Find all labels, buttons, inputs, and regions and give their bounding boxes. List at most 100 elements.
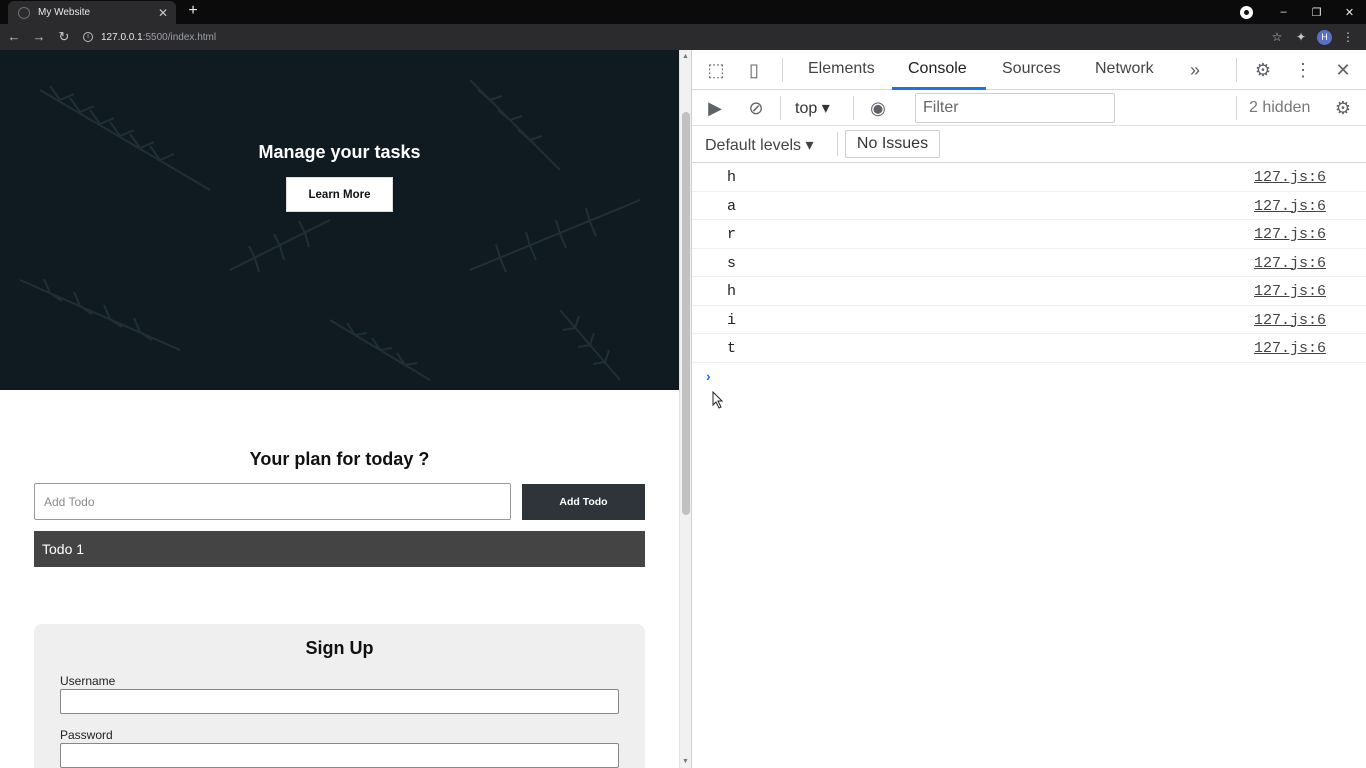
source-link[interactable]: 127.js:6 <box>1254 198 1326 215</box>
issues-button[interactable]: No Issues <box>845 130 940 158</box>
console-message: r 127.js:6 <box>692 220 1366 249</box>
info-icon[interactable]: i <box>83 32 93 42</box>
browser-toolbar: ← → ↻ i 127.0.0.1:5500/index.html ☆ ✦ H … <box>0 24 1366 50</box>
tab-network[interactable]: Network <box>1095 60 1154 78</box>
console-settings-gear-icon[interactable]: ⚙ <box>1331 96 1355 120</box>
username-field[interactable] <box>60 689 619 714</box>
more-tabs-icon[interactable]: » <box>1183 58 1207 82</box>
tab-console[interactable]: Console <box>908 60 967 78</box>
message-text: t <box>727 340 737 357</box>
sidebar-toggle-icon[interactable]: ▶ <box>703 96 727 120</box>
console-levels-bar: Default levels ▾ No Issues <box>692 126 1366 163</box>
context-select[interactable]: top ▾ <box>795 98 830 118</box>
console-message: h 127.js:6 <box>692 277 1366 306</box>
todo-item[interactable]: Todo 1 <box>34 531 645 567</box>
close-window-button[interactable]: ✕ <box>1333 6 1366 19</box>
restore-button[interactable]: ❐ <box>1300 6 1333 19</box>
device-toolbar-icon[interactable]: ▯ <box>742 58 766 82</box>
hero-section: Manage your tasks Learn More <box>0 50 679 390</box>
divider <box>1236 96 1237 120</box>
chevron-down-icon: ▾ <box>821 100 830 117</box>
plan-heading: Your plan for today ? <box>249 449 430 469</box>
source-link[interactable]: 127.js:6 <box>1254 312 1326 329</box>
clear-console-icon[interactable]: ⊘ <box>744 96 768 120</box>
tab-elements[interactable]: Elements <box>808 60 875 78</box>
console-message: t 127.js:6 <box>692 334 1366 363</box>
console-message: i 127.js:6 <box>692 306 1366 334</box>
divider <box>780 96 781 120</box>
browser-menu-icon[interactable]: ⋮ <box>1336 30 1360 44</box>
console-message: h 127.js:6 <box>692 163 1366 192</box>
console-message: s 127.js:6 <box>692 249 1366 277</box>
live-expression-eye-icon[interactable]: ◉ <box>866 96 890 120</box>
hero-title: Manage your tasks <box>258 142 421 162</box>
password-label: Password <box>60 728 113 742</box>
reload-icon[interactable]: ↻ <box>53 26 75 48</box>
console-filter-input[interactable] <box>915 93 1115 123</box>
divider <box>853 96 854 120</box>
minimize-button[interactable]: – <box>1267 6 1300 18</box>
address-bar[interactable]: i 127.0.0.1:5500/index.html <box>83 26 1265 48</box>
signup-title: Sign Up <box>305 638 374 658</box>
password-field[interactable] <box>60 743 619 768</box>
page-scrollbar[interactable]: ▲ ▼ <box>679 50 691 768</box>
scrollbar-thumb[interactable] <box>682 112 690 515</box>
source-link[interactable]: 127.js:6 <box>1254 283 1326 300</box>
add-todo-button[interactable]: Add Todo <box>522 484 645 520</box>
more-options-icon[interactable]: ⋮ <box>1291 58 1315 82</box>
globe-icon <box>18 6 30 19</box>
username-label: Username <box>60 674 116 688</box>
message-text: a <box>727 197 737 215</box>
message-text: h <box>727 283 737 300</box>
inspect-element-icon[interactable]: ⬚ <box>704 58 728 82</box>
bookmark-star-icon[interactable]: ☆ <box>1265 30 1289 44</box>
toolbar-actions: ☆ ✦ H ⋮ <box>1265 29 1360 45</box>
record-icon[interactable] <box>1240 5 1253 19</box>
signup-form: Sign Up Username Password <box>34 624 645 768</box>
source-link[interactable]: 127.js:6 <box>1254 340 1326 357</box>
console-message: a 127.js:6 <box>692 192 1366 220</box>
page-viewport: Manage your tasks Learn More Your plan f… <box>0 50 679 768</box>
learn-more-button[interactable]: Learn More <box>286 177 393 212</box>
browser-tab[interactable]: My Website ✕ <box>8 1 176 24</box>
settings-gear-icon[interactable]: ⚙ <box>1251 58 1275 82</box>
devtools-panel: ⬚ ▯ Elements Console Sources Network » ⚙… <box>691 50 1366 768</box>
message-text: i <box>727 311 737 329</box>
scroll-up-icon[interactable]: ▲ <box>682 53 689 60</box>
browser-titlebar: My Website ✕ + – ❐ ✕ <box>0 0 1366 24</box>
log-levels-dropdown[interactable]: Default levels ▾ <box>705 135 814 155</box>
tab-sources[interactable]: Sources <box>1002 60 1061 78</box>
close-devtools-icon[interactable]: ✕ <box>1331 58 1355 82</box>
window-controls: – ❐ ✕ <box>1240 0 1366 24</box>
divider <box>782 58 783 82</box>
divider <box>837 132 838 156</box>
chevron-down-icon: ▾ <box>805 137 814 154</box>
scroll-down-icon[interactable]: ▼ <box>682 758 689 765</box>
forward-arrow-icon[interactable]: → <box>28 26 50 48</box>
log-levels-label: Default levels <box>705 137 802 154</box>
mouse-cursor-icon <box>712 391 724 409</box>
new-tab-button[interactable]: + <box>184 2 202 20</box>
console-prompt-icon[interactable]: › <box>706 368 711 384</box>
message-text: s <box>727 254 737 272</box>
console-toolbar: ▶ ⊘ top ▾ ◉ 2 hidden ⚙ <box>692 90 1366 126</box>
source-link[interactable]: 127.js:6 <box>1254 169 1326 186</box>
todo-input[interactable] <box>34 483 511 520</box>
source-link[interactable]: 127.js:6 <box>1254 255 1326 272</box>
console-log: h 127.js:6 a 127.js:6 r 127.js:6 s 127.j… <box>692 163 1366 363</box>
source-link[interactable]: 127.js:6 <box>1254 226 1326 243</box>
message-text: r <box>727 226 737 243</box>
extensions-puzzle-icon[interactable]: ✦ <box>1289 30 1313 44</box>
tab-title: My Website <box>38 7 91 18</box>
context-value: top <box>795 100 818 117</box>
message-text: h <box>727 169 737 186</box>
back-arrow-icon[interactable]: ← <box>3 26 25 48</box>
hidden-count: 2 hidden <box>1249 99 1311 116</box>
fern-background-image <box>19 79 641 381</box>
profile-avatar[interactable]: H <box>1317 29 1332 45</box>
devtools-tabbar: ⬚ ▯ Elements Console Sources Network » ⚙… <box>692 50 1366 90</box>
url-path: :5500/index.html <box>142 31 217 43</box>
url-host: 127.0.0.1 <box>101 31 143 43</box>
tab-close-icon[interactable]: ✕ <box>156 6 170 20</box>
divider <box>1236 58 1237 82</box>
